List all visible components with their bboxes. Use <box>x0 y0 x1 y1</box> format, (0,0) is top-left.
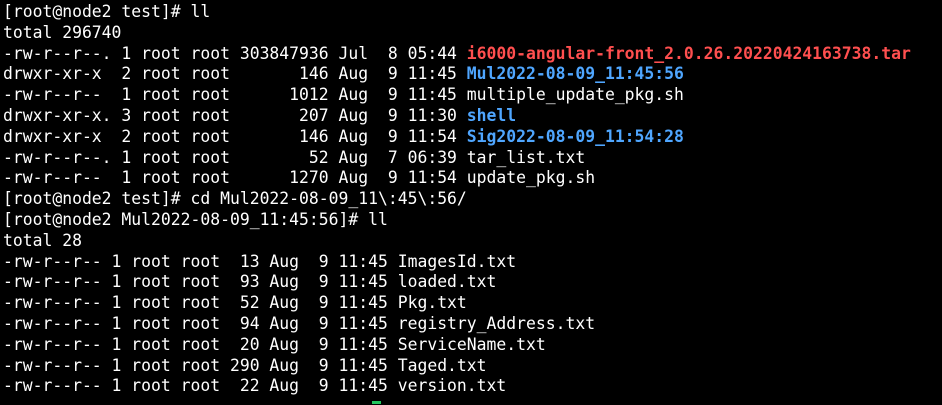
line-text: total 28 <box>3 230 82 250</box>
line-text: total 296740 <box>3 22 122 42</box>
terminal-line: -rw-r--r-- 1 root root 20 Aug 9 11:45 Se… <box>3 335 942 356</box>
terminal-cursor <box>372 401 381 404</box>
terminal-line: -rw-r--r-- 1 root root 1012 Aug 9 11:45 … <box>3 85 942 106</box>
line-text: -rw-r--r--. 1 root root 303847936 Jul 8 … <box>3 43 467 63</box>
terminal-line: -rw-r--r--. 1 root root 52 Aug 7 06:39 t… <box>3 148 942 169</box>
line-text: -rw-r--r-- 1 root root 290 Aug 9 11:45 T… <box>3 355 487 375</box>
terminal-line: -rw-r--r-- 1 root root 93 Aug 9 11:45 lo… <box>3 272 942 293</box>
line-text: -rw-r--r-- 1 root root 20 Aug 9 11:45 Se… <box>3 334 546 354</box>
line-text: -rw-r--r--. 1 root root 52 Aug 7 06:39 t… <box>3 147 586 167</box>
line-text: drwxr-xr-x 2 root root 146 Aug 9 11:54 <box>3 126 467 146</box>
terminal-line: [root@node2 test]# ll <box>3 2 942 23</box>
line-text: [root@node2 test]# cd Mul2022-08-09_11\:… <box>3 189 467 209</box>
terminal-output: [root@node2 test]# ll total 296740 -rw-r--… <box>3 2 942 397</box>
terminal-line: -rw-r--r-- 1 root root 1270 Aug 9 11:54 … <box>3 168 942 189</box>
line-text: drwxr-xr-x 2 root root 146 Aug 9 11:45 <box>3 64 467 84</box>
terminal-line: [root@node2 test]# cd Mul2022-08-09_11\:… <box>3 189 942 210</box>
terminal-line: -rw-r--r-- 1 root root 13 Aug 9 11:45 Im… <box>3 252 942 273</box>
terminal-line: -rw-r--r--. 1 root root 303847936 Jul 8 … <box>3 44 942 65</box>
terminal-line: total 28 <box>3 231 942 252</box>
terminal-line: total 296740 <box>3 23 942 44</box>
line-text: [root@node2 test]# ll <box>3 2 211 21</box>
terminal-line: -rw-r--r-- 1 root root 22 Aug 9 11:45 ve… <box>3 376 942 397</box>
line-text: -rw-r--r-- 1 root root 1012 Aug 9 11:45 … <box>3 85 684 105</box>
line-text: [root@node2 Mul2022-08-09_11:45:56]# ll <box>3 209 388 229</box>
terminal-line: drwxr-xr-x 2 root root 146 Aug 9 11:54 S… <box>3 127 942 148</box>
line-text: -rw-r--r-- 1 root root 1270 Aug 9 11:54 … <box>3 168 596 188</box>
directory-name: shell <box>466 105 517 125</box>
line-text: -rw-r--r-- 1 root root 22 Aug 9 11:45 ve… <box>3 376 507 396</box>
terminal-line: -rw-r--r-- 1 root root 52 Aug 9 11:45 Pk… <box>3 293 942 314</box>
terminal-line: drwxr-xr-x. 3 root root 207 Aug 9 11:30 … <box>3 106 942 127</box>
terminal-window[interactable]: [root@node2 test]# ll total 296740 -rw-r--… <box>0 0 942 405</box>
archive-file-name: i6000-angular-front_2.0.26.2022042416373… <box>466 43 911 63</box>
line-text: -rw-r--r-- 1 root root 94 Aug 9 11:45 re… <box>3 313 596 333</box>
directory-name: Sig2022-08-09_11:54:28 <box>466 126 684 146</box>
directory-name: Mul2022-08-09_11:45:56 <box>466 64 684 84</box>
line-text: -rw-r--r-- 1 root root 13 Aug 9 11:45 Im… <box>3 251 517 271</box>
terminal-line: [root@node2 Mul2022-08-09_11:45:56]# ll <box>3 210 942 231</box>
terminal-line: -rw-r--r-- 1 root root 290 Aug 9 11:45 T… <box>3 356 942 377</box>
line-text: -rw-r--r-- 1 root root 93 Aug 9 11:45 lo… <box>3 272 497 292</box>
terminal-line: -rw-r--r-- 1 root root 94 Aug 9 11:45 re… <box>3 314 942 335</box>
line-text: drwxr-xr-x. 3 root root 207 Aug 9 11:30 <box>3 105 467 125</box>
line-text: -rw-r--r-- 1 root root 52 Aug 9 11:45 Pk… <box>3 293 467 313</box>
terminal-line: drwxr-xr-x 2 root root 146 Aug 9 11:45 M… <box>3 64 942 85</box>
